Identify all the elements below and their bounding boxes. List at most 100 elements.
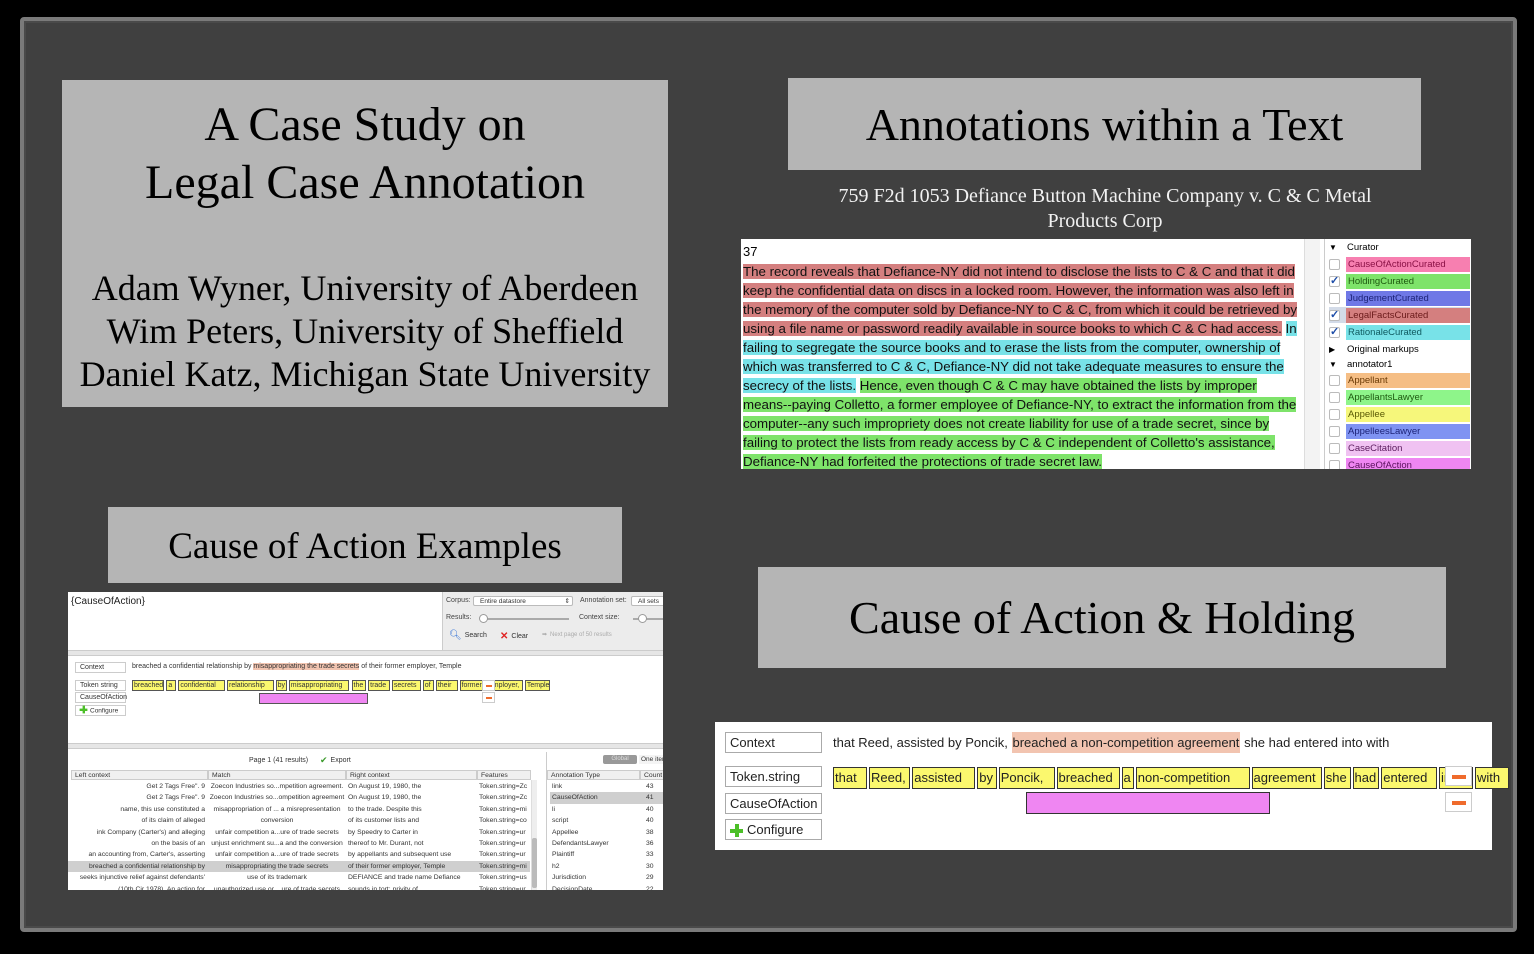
- legend-item[interactable]: Appellee: [1329, 406, 1470, 422]
- column-header[interactable]: Right context: [346, 770, 477, 780]
- token[interactable]: breached: [132, 680, 165, 691]
- corpus-select[interactable]: Entire datastore ⇕: [473, 596, 573, 606]
- token[interactable]: agreement: [1251, 767, 1322, 789]
- unchecked-checkbox[interactable]: [1329, 258, 1340, 270]
- stats-row[interactable]: li 40: [550, 804, 663, 815]
- scrollbar-thumb[interactable]: [532, 838, 537, 888]
- text-scrollbar[interactable]: [1304, 239, 1320, 469]
- legend-item[interactable]: CaseCitation: [1329, 440, 1470, 456]
- stats-row[interactable]: DefendantsLawyer 36: [550, 838, 663, 849]
- results-slider-knob[interactable]: [479, 614, 488, 623]
- next-page-button[interactable]: ➡ Next page of 50 results: [542, 631, 612, 639]
- legend-item[interactable]: JudgementCurated: [1329, 290, 1470, 306]
- stats-row[interactable]: DecisionDate 22: [550, 884, 663, 890]
- table-row[interactable]: name, this use constituted a misappropria…: [68, 804, 530, 815]
- stats-row[interactable]: Plaintiff 33: [550, 849, 663, 860]
- column-header[interactable]: Count: [640, 770, 663, 780]
- context-size-knob[interactable]: [638, 614, 647, 623]
- stats-row[interactable]: h2 30: [550, 861, 663, 872]
- token[interactable]: non-competition: [1135, 767, 1250, 789]
- checked-checkbox[interactable]: ✓: [1329, 275, 1340, 287]
- token[interactable]: had: [1352, 767, 1380, 789]
- token[interactable]: Temple: [524, 680, 551, 691]
- checked-checkbox[interactable]: ✓: [1329, 326, 1340, 338]
- expanded-triangle-icon[interactable]: ▼: [1329, 243, 1341, 252]
- unchecked-checkbox[interactable]: [1329, 459, 1340, 469]
- legend-item[interactable]: AppelleesLawyer: [1329, 423, 1470, 439]
- table-row[interactable]: on the basis of an unjust enrichment su..…: [68, 838, 530, 849]
- unchecked-checkbox[interactable]: [1329, 374, 1340, 386]
- export-button[interactable]: ✔ Export: [320, 755, 351, 766]
- legend-item[interactable]: AppellantsLawyer: [1329, 389, 1470, 405]
- token[interactable]: misappropriating: [288, 680, 350, 691]
- token[interactable]: relationship: [227, 680, 274, 691]
- token[interactable]: secrets: [391, 680, 421, 691]
- unchecked-checkbox[interactable]: [1329, 292, 1340, 304]
- column-header[interactable]: Annotation Type: [547, 770, 640, 780]
- splitter-handle[interactable]: [68, 650, 663, 656]
- query-input[interactable]: {CauseOfAction}: [68, 592, 442, 650]
- legend-item[interactable]: Appellant: [1329, 372, 1470, 388]
- token[interactable]: confidential: [178, 680, 225, 691]
- token[interactable]: she: [1323, 767, 1351, 789]
- token[interactable]: of: [422, 680, 434, 691]
- table-row[interactable]: ink Company (Carter's) and alleging unfai…: [68, 827, 530, 838]
- cause-of-action-span[interactable]: [1026, 792, 1270, 814]
- legend-item[interactable]: ✓ LegalFactsCurated: [1329, 307, 1470, 323]
- token[interactable]: a: [1121, 767, 1134, 789]
- remove-row-button[interactable]: [1445, 766, 1472, 786]
- legend-group[interactable]: ▼ annotator1: [1329, 356, 1470, 372]
- token[interactable]: Poncik,: [998, 767, 1055, 789]
- legend-group[interactable]: ▼ Curator: [1329, 239, 1470, 255]
- legend-item[interactable]: ✓ HoldingCurated: [1329, 273, 1470, 289]
- results-slider[interactable]: [481, 618, 569, 620]
- token[interactable]: their: [435, 680, 458, 691]
- legend-item[interactable]: CauseOfActionCurated: [1329, 256, 1470, 272]
- token[interactable]: Reed,: [869, 767, 911, 789]
- stats-row[interactable]: script 40: [550, 815, 663, 826]
- token[interactable]: with: [1475, 767, 1509, 789]
- column-header[interactable]: Left context: [71, 770, 208, 780]
- unchecked-checkbox[interactable]: [1329, 425, 1340, 437]
- stats-row[interactable]: Appellee 38: [550, 827, 663, 838]
- token[interactable]: entered: [1381, 767, 1437, 789]
- token[interactable]: breached: [1056, 767, 1120, 789]
- checked-checkbox[interactable]: ✓: [1329, 309, 1340, 321]
- annotation-set-select[interactable]: All sets: [631, 596, 663, 606]
- stats-row[interactable]: Jurisdiction 29: [550, 872, 663, 883]
- table-row[interactable]: Get 2 Tags Free". 9 Zoecon Industries so.…: [68, 781, 530, 792]
- legend-item[interactable]: CauseOfAction: [1329, 457, 1470, 469]
- remove-row-button[interactable]: [1445, 792, 1472, 812]
- column-header[interactable]: Match: [208, 770, 346, 780]
- clear-button[interactable]: ✕ Clear: [500, 631, 528, 642]
- expanded-triangle-icon[interactable]: ▼: [1329, 360, 1341, 369]
- token[interactable]: the: [351, 680, 367, 691]
- unchecked-checkbox[interactable]: [1329, 442, 1340, 454]
- results-scrollbar[interactable]: [531, 780, 537, 890]
- stats-row[interactable]: link 43: [550, 781, 663, 792]
- table-row[interactable]: seeks injunctive relief against defendan…: [68, 872, 530, 883]
- collapsed-triangle-icon[interactable]: ▶: [1329, 345, 1341, 354]
- table-row[interactable]: an accounting from, Carter's, asserting u…: [68, 849, 530, 860]
- legend-item[interactable]: ✓ RationaleCurated: [1329, 324, 1470, 340]
- table-row[interactable]: Get 2 Tags Free". 9 Zoecon Industries so.…: [68, 792, 530, 803]
- token[interactable]: by: [275, 680, 287, 691]
- unchecked-checkbox[interactable]: [1329, 408, 1340, 420]
- token[interactable]: a: [166, 680, 177, 691]
- search-button[interactable]: 🔍︎ Search: [449, 630, 487, 641]
- stats-row[interactable]: CauseOfAction 41: [550, 792, 663, 804]
- token[interactable]: by: [977, 767, 997, 789]
- configure-button[interactable]: Configure: [725, 819, 822, 840]
- table-row[interactable]: breached a confidential relationship by m…: [68, 860, 530, 873]
- legend-group[interactable]: ▶ Original markups: [1329, 341, 1470, 357]
- remove-row-button[interactable]: [482, 692, 495, 703]
- token[interactable]: assisted: [912, 767, 976, 789]
- legal-facts-annotation[interactable]: The record reveals that Defiance-NY did …: [743, 264, 1298, 336]
- table-row[interactable]: of its claim of alleged conversion of its …: [68, 815, 530, 826]
- unchecked-checkbox[interactable]: [1329, 391, 1340, 403]
- token[interactable]: trade: [368, 680, 390, 691]
- splitter-handle[interactable]: [68, 743, 663, 749]
- tab-one-item[interactable]: One item: [639, 755, 663, 764]
- cause-of-action-span[interactable]: [259, 693, 368, 704]
- remove-row-button[interactable]: [482, 680, 495, 691]
